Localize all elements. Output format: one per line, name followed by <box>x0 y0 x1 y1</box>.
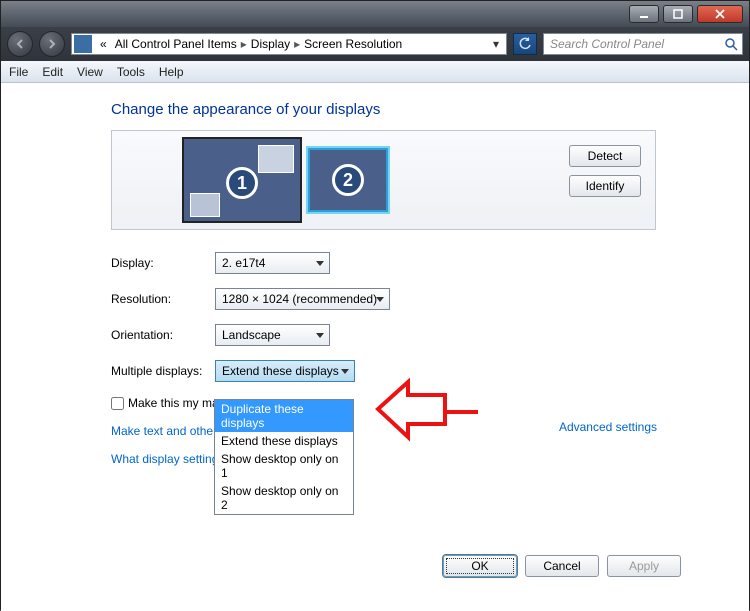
monitor-number: 1 <box>226 167 258 199</box>
main-display-checkbox[interactable] <box>111 397 124 410</box>
resolution-value: 1280 × 1024 (recommended) <box>222 292 377 306</box>
multi-label: Multiple displays: <box>111 364 215 378</box>
menu-bar: File Edit View Tools Help <box>1 61 749 83</box>
multi-option[interactable]: Show desktop only on 1 <box>215 450 353 482</box>
window-icon <box>190 193 220 217</box>
multi-value: Extend these displays <box>222 364 339 378</box>
apply-button[interactable]: Apply <box>607 555 681 577</box>
search-input[interactable]: Search Control Panel <box>543 33 743 55</box>
orientation-label: Orientation: <box>111 328 215 342</box>
help-link[interactable]: What display settings should I choose? <box>111 452 749 466</box>
detect-button[interactable]: Detect <box>569 145 641 167</box>
multi-option[interactable]: Duplicate these displays <box>215 400 353 432</box>
monitor-number: 2 <box>332 164 364 196</box>
chevron-down-icon <box>316 261 324 266</box>
titlebar <box>1 1 749 27</box>
breadcrumb-item[interactable]: Display <box>247 37 294 51</box>
maximize-button[interactable] <box>663 5 693 23</box>
refresh-button[interactable] <box>513 33 537 55</box>
address-dropdown-icon[interactable]: ▾ <box>488 37 504 51</box>
ok-button[interactable]: OK <box>443 555 517 577</box>
window-icon <box>258 145 294 173</box>
menu-help[interactable]: Help <box>159 65 184 79</box>
menu-tools[interactable]: Tools <box>117 65 145 79</box>
main-display-label: Make this my ma <box>128 396 219 410</box>
breadcrumb-item[interactable]: All Control Panel Items <box>111 37 241 51</box>
multi-option[interactable]: Extend these displays <box>215 432 353 450</box>
forward-button[interactable] <box>39 31 65 57</box>
menu-file[interactable]: File <box>9 65 28 79</box>
chevron-down-icon <box>316 333 324 338</box>
menu-view[interactable]: View <box>77 65 103 79</box>
multiple-displays-dropdown[interactable]: Extend these displays <box>215 360 355 382</box>
display-label: Display: <box>111 256 215 270</box>
annotation-arrow-icon <box>373 377 483 447</box>
orientation-dropdown[interactable]: Landscape <box>215 324 330 346</box>
menu-edit[interactable]: Edit <box>42 65 63 79</box>
orientation-value: Landscape <box>222 328 281 342</box>
display-value: 2. e17t4 <box>222 256 265 270</box>
breadcrumb-item[interactable]: Screen Resolution <box>300 37 406 51</box>
multiple-displays-listbox: Duplicate these displays Extend these di… <box>214 399 354 515</box>
cancel-button[interactable]: Cancel <box>525 555 599 577</box>
search-placeholder: Search Control Panel <box>550 37 664 51</box>
close-button[interactable] <box>697 5 743 23</box>
multi-option[interactable]: Show desktop only on 2 <box>215 482 353 514</box>
monitor-preview-area: 1 2 Detect Identify <box>111 130 656 230</box>
address-bar[interactable]: « All Control Panel Items ▸ Display ▸ Sc… <box>71 33 507 55</box>
nav-toolbar: « All Control Panel Items ▸ Display ▸ Sc… <box>1 27 749 61</box>
breadcrumb-chevron[interactable]: « <box>96 37 111 51</box>
monitor-1[interactable]: 1 <box>182 137 302 223</box>
advanced-settings-link[interactable]: Advanced settings <box>559 420 657 434</box>
minimize-button[interactable] <box>629 5 659 23</box>
back-button[interactable] <box>7 31 33 57</box>
search-icon <box>724 37 738 54</box>
monitor-2[interactable]: 2 <box>308 148 388 212</box>
page-title: Change the appearance of your displays <box>111 101 749 118</box>
resolution-dropdown[interactable]: 1280 × 1024 (recommended) <box>215 288 390 310</box>
control-panel-icon <box>74 35 92 53</box>
identify-button[interactable]: Identify <box>569 175 641 197</box>
window-frame: « All Control Panel Items ▸ Display ▸ Sc… <box>0 0 750 610</box>
chevron-down-icon <box>376 297 384 302</box>
chevron-down-icon <box>341 369 349 374</box>
display-dropdown[interactable]: 2. e17t4 <box>215 252 330 274</box>
resolution-label: Resolution: <box>111 292 215 306</box>
content-pane: Change the appearance of your displays 1… <box>1 83 749 611</box>
dialog-buttons: OK Cancel Apply <box>443 555 681 577</box>
